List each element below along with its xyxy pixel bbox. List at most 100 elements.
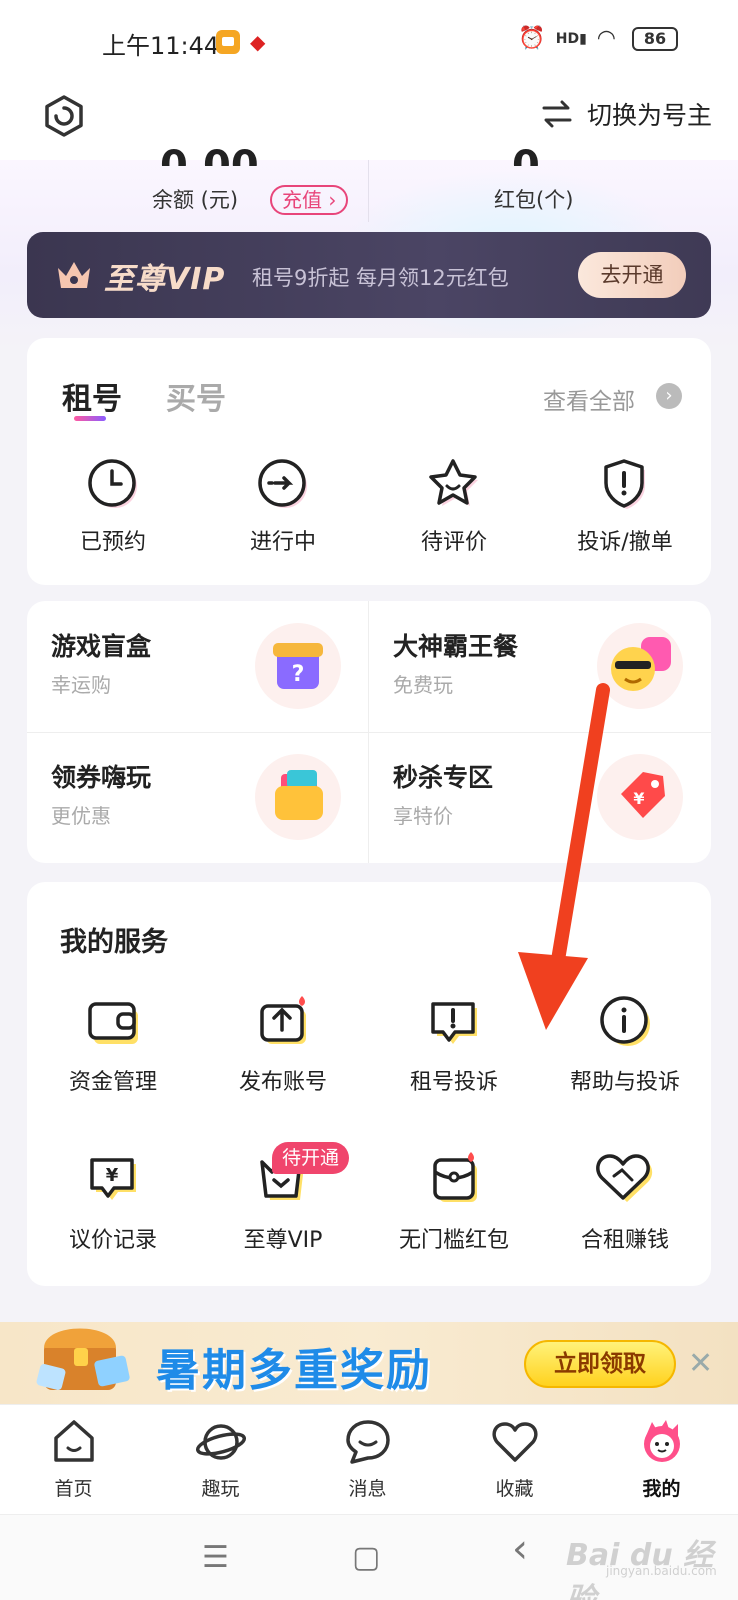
wifi-icon: ◠	[596, 26, 616, 51]
tab-label: 我的	[642, 1478, 681, 1500]
promo-subtitle: 享特价	[393, 804, 453, 828]
service-rent-complaint[interactable]: 租号投诉	[369, 992, 539, 1096]
status-time: 上午11:44	[102, 32, 220, 60]
menu-icon[interactable]: ☰	[202, 1540, 229, 1575]
banner-title: 暑期多重奖励	[156, 1345, 432, 1396]
service-label: 合租赚钱	[580, 1228, 669, 1253]
promo-title: 游戏盲盒	[51, 632, 152, 661]
balance-value: 0.00	[160, 143, 259, 166]
redpacket-value: 0	[512, 143, 540, 166]
order-to-review-label: 待评价	[420, 530, 487, 555]
battery-icon: 86	[632, 26, 678, 51]
status-bar: 上午11:44 ◆ ⏰ HD▮ ◠ 86	[0, 0, 738, 82]
yuan-chat-icon: ¥	[90, 1158, 136, 1200]
order-complaint-label: 投诉/撤单	[577, 530, 673, 555]
promo-title: 大神霸王餐	[393, 632, 519, 661]
planet-icon	[195, 1424, 246, 1460]
signal-icon: HD▮	[555, 30, 587, 47]
tab-active-indicator	[74, 416, 106, 421]
order-reserved[interactable]: 已预约	[28, 456, 198, 556]
tab-buy[interactable]: 买号	[166, 374, 226, 418]
vip-description: 租号9折起 每月领12元红包	[252, 266, 509, 290]
service-label: 无门槛红包	[398, 1228, 509, 1253]
services-title: 我的服务	[60, 927, 168, 958]
switch-role-button[interactable]: 切换为号主	[541, 96, 712, 132]
tab-label: 趣玩	[201, 1478, 240, 1500]
service-label: 资金管理	[68, 1070, 157, 1095]
recharge-label: 充值	[282, 188, 322, 212]
order-reserved-label: 已预约	[79, 530, 146, 555]
balance-label: 余额 (元)	[152, 188, 239, 212]
promo-title: 秒杀专区	[393, 763, 494, 792]
promo-free-play[interactable]: 大神霸王餐 免费玩	[369, 601, 711, 732]
svg-text:?: ?	[292, 662, 305, 687]
treasure-chest-icon	[36, 1328, 130, 1390]
upload-icon	[260, 996, 306, 1044]
system-indicators: ⏰ HD▮ ◠ 86	[518, 26, 678, 51]
wallet-icon	[88, 1002, 138, 1044]
shield-alert-icon	[604, 459, 645, 509]
order-complaint[interactable]: 投诉/撤单	[540, 456, 710, 556]
svg-text:¥: ¥	[106, 1165, 119, 1186]
promo-flash-sale[interactable]: 秒杀专区 享特价 ¥	[369, 732, 711, 863]
tab-mine[interactable]: 我的	[588, 1416, 735, 1501]
tab-home[interactable]: 首页	[0, 1416, 147, 1501]
view-all-link[interactable]: 查看全部	[543, 382, 635, 416]
clock-icon	[88, 459, 137, 508]
notification-app-icon: ◆	[250, 30, 266, 54]
alarm-icon: ⏰	[518, 26, 546, 51]
promo-blind-box[interactable]: 游戏盲盒 幸运购 ?	[27, 601, 369, 732]
tab-fun[interactable]: 趣玩	[147, 1416, 294, 1501]
promo-subtitle: 幸运购	[51, 673, 111, 697]
service-redpacket[interactable]: 无门槛红包	[369, 1150, 539, 1254]
complaint-icon	[431, 1002, 477, 1044]
service-label: 租号投诉	[409, 1070, 498, 1095]
recharge-button[interactable]: 充值 ›	[270, 185, 349, 215]
back-icon[interactable]: ‹	[512, 1526, 528, 1572]
service-funds[interactable]: 资金管理	[28, 992, 198, 1096]
vip-open-button[interactable]: 去开通	[578, 252, 686, 298]
order-in-progress-label: 进行中	[249, 530, 316, 555]
vip-pending-badge: 待开通	[272, 1142, 350, 1174]
redpacket-label: 红包(个)	[494, 188, 574, 212]
tab-rent[interactable]: 租号	[62, 374, 122, 418]
promo-coupons[interactable]: 领券嗨玩 更优惠	[27, 732, 369, 863]
mystery-box-icon: ?	[255, 623, 341, 709]
info-icon	[600, 996, 650, 1046]
service-help[interactable]: 帮助与投诉	[540, 992, 710, 1096]
tab-messages[interactable]: 消息	[294, 1416, 441, 1501]
promo-subtitle: 更优惠	[51, 804, 111, 828]
chevron-right-icon[interactable]: ›	[656, 383, 682, 409]
switch-role-label: 切换为号主	[586, 101, 712, 130]
vip-title: 至尊VIP	[104, 262, 226, 297]
message-icon	[345, 1420, 390, 1464]
cool-emoji-icon	[597, 623, 683, 709]
progress-arrow-icon	[258, 459, 307, 508]
service-label: 至尊VIP	[243, 1228, 323, 1253]
service-share-rent[interactable]: 合租赚钱	[540, 1150, 710, 1254]
tab-label: 收藏	[495, 1478, 534, 1500]
claim-now-button[interactable]: 立即领取	[524, 1340, 676, 1388]
watermark-url: jingyan.baidu.com	[606, 1564, 717, 1578]
service-label: 帮助与投诉	[569, 1070, 680, 1095]
order-in-progress[interactable]: 进行中	[198, 456, 368, 556]
wallet-divider	[368, 160, 369, 222]
service-label: 发布账号	[238, 1070, 327, 1095]
tab-label: 首页	[54, 1478, 93, 1500]
close-icon[interactable]: ✕	[688, 1346, 713, 1381]
home-nav-icon[interactable]: ▢	[352, 1540, 380, 1575]
price-tag-icon: ¥	[597, 754, 683, 840]
home-icon	[53, 1420, 94, 1462]
service-bargain[interactable]: ¥ 议价记录	[28, 1150, 198, 1254]
promo-title: 领券嗨玩	[51, 763, 152, 792]
profile-avatar-icon	[643, 1420, 680, 1462]
service-publish[interactable]: 发布账号	[198, 992, 368, 1096]
settings-hex-icon[interactable]	[42, 94, 86, 138]
coupon-wallet-icon	[255, 754, 341, 840]
svg-text:¥: ¥	[633, 789, 644, 808]
tab-label: 消息	[348, 1478, 387, 1500]
order-to-review[interactable]: 待评价	[369, 456, 539, 556]
promo-subtitle: 免费玩	[393, 673, 453, 697]
notification-chat-icon	[216, 30, 240, 54]
tab-favorites[interactable]: 收藏	[441, 1416, 588, 1501]
